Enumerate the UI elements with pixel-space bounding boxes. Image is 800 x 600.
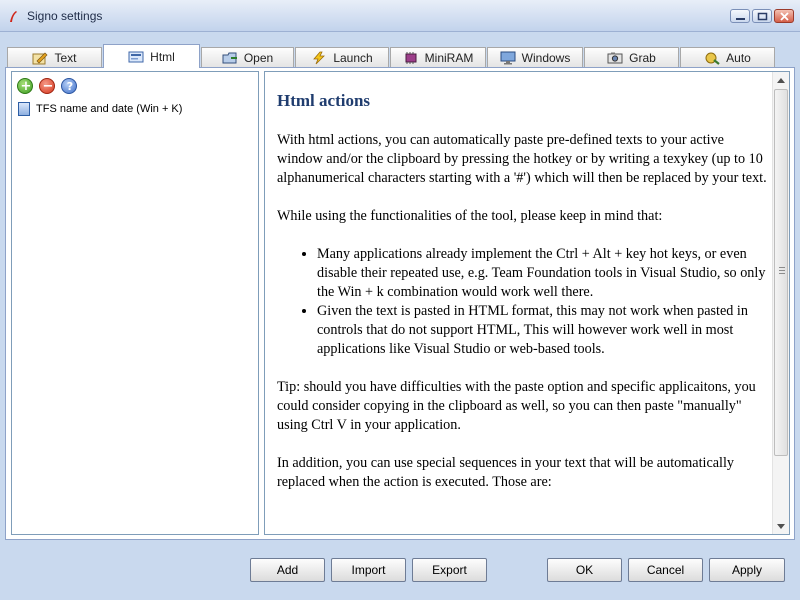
html-icon [128, 51, 144, 62]
tab-label: Launch [333, 50, 373, 65]
tab-open[interactable]: Open [201, 47, 294, 67]
chip-icon [405, 51, 417, 64]
tab-text[interactable]: Text [7, 47, 102, 67]
lightning-icon [313, 51, 326, 64]
list-bullet: Many applications already implement the … [317, 245, 772, 302]
camera-icon [607, 52, 623, 63]
help-button[interactable]: ? [61, 78, 77, 94]
document-icon [18, 102, 30, 116]
tab-windows[interactable]: Windows [487, 47, 583, 67]
tab-label: Open [243, 50, 274, 65]
ok-button[interactable]: OK [547, 558, 622, 582]
chevron-up-icon [777, 77, 785, 83]
content-heading: Html actions [277, 91, 371, 110]
cancel-button[interactable]: Cancel [628, 558, 703, 582]
help-content-pane: Html actions With html actions, you can … [264, 71, 790, 535]
maximize-icon [757, 12, 768, 21]
add-item-button[interactable]: + [17, 78, 33, 94]
minimize-button[interactable] [730, 9, 750, 23]
tab-label: Html [150, 49, 175, 64]
remove-item-button[interactable]: − [39, 78, 55, 94]
paragraph: In addition, you can use special sequenc… [277, 455, 735, 490]
tab-label: Text [54, 50, 77, 65]
chevron-down-icon [777, 523, 785, 529]
minus-icon: − [42, 79, 54, 94]
list-item[interactable]: TFS name and date (Win + K) [18, 101, 182, 117]
paragraph: While using the functionalities of the t… [277, 208, 663, 224]
app-logo-icon [10, 11, 17, 22]
tab-label: Auto [726, 50, 751, 65]
help-text: Html actions With html actions, you can … [277, 90, 772, 511]
monitor-icon [500, 51, 516, 64]
title-bar: Signo settings [0, 0, 800, 32]
list-item-label: TFS name and date (Win + K) [36, 103, 183, 115]
actions-list-pane: + − ? TFS name and date (Win + K) [11, 71, 259, 535]
add-button[interactable]: Add [250, 558, 325, 582]
paragraph: With html actions, you can automatically… [277, 132, 767, 186]
import-button[interactable]: Import [331, 558, 406, 582]
tab-label: Windows [521, 50, 571, 65]
bullet-list: Many applications already implement the … [317, 245, 772, 359]
tab-launch[interactable]: Launch [295, 47, 389, 67]
auto-icon [705, 52, 720, 65]
tab-miniram[interactable]: MiniRAM [390, 47, 486, 67]
pencil-icon [32, 52, 48, 64]
close-icon [780, 12, 789, 21]
help-icon: ? [66, 80, 74, 93]
list-toolbar: + − ? [17, 78, 77, 96]
scroll-down-button[interactable] [773, 518, 789, 534]
vertical-scrollbar[interactable] [772, 72, 789, 534]
tab-auto[interactable]: Auto [680, 47, 775, 67]
open-icon [222, 52, 237, 63]
tab-label: Grab [629, 50, 656, 65]
export-button[interactable]: Export [412, 558, 487, 582]
tab-html[interactable]: Html [103, 44, 200, 68]
plus-icon: + [20, 79, 32, 94]
list-bullet: Given the text is pasted in HTML format,… [317, 302, 772, 359]
tab-label: MiniRAM [424, 50, 474, 65]
close-button[interactable] [774, 9, 794, 23]
scrollbar-thumb[interactable] [774, 89, 788, 456]
scroll-up-button[interactable] [773, 72, 789, 88]
tab-grab[interactable]: Grab [584, 47, 679, 67]
apply-button[interactable]: Apply [709, 558, 785, 582]
paragraph: Tip: should you have difficulties with t… [277, 379, 756, 433]
maximize-button[interactable] [752, 9, 772, 23]
window-title: Signo settings [27, 9, 103, 23]
minimize-icon [736, 18, 745, 20]
